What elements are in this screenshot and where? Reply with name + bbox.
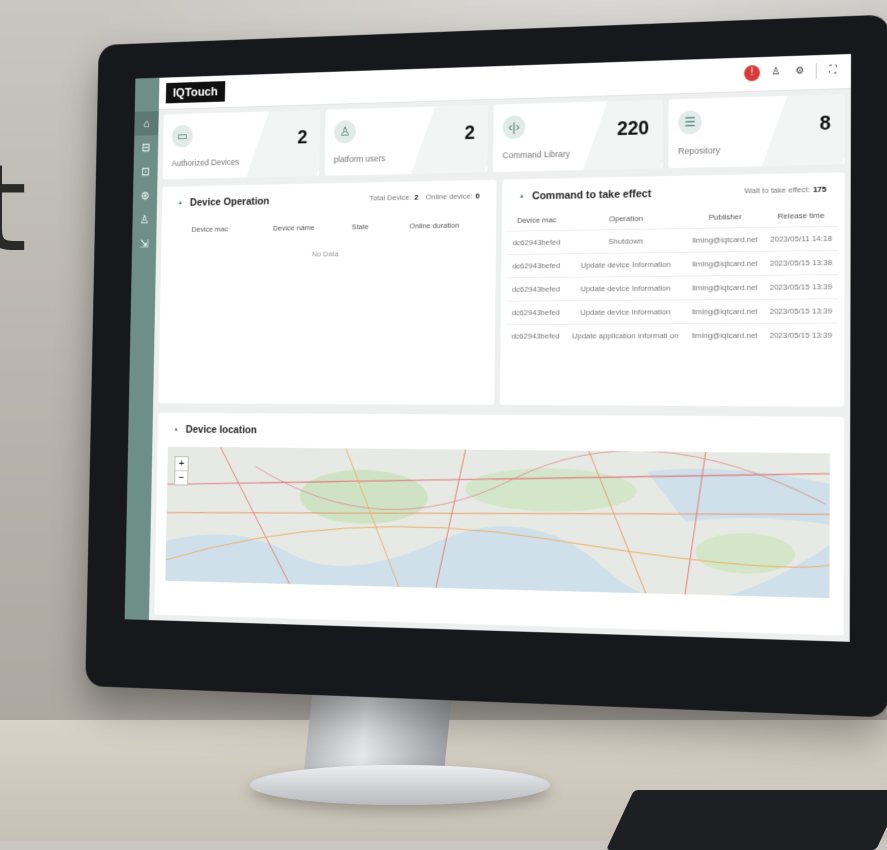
cell-operation: Update device Information (565, 299, 687, 325)
stat-label: Command Library (502, 148, 570, 161)
sidebar: ⌂ ⊟ ⊡ ⊛ ♙ ⇲ (124, 77, 160, 621)
background-letter: t (0, 140, 28, 279)
keyboard (606, 790, 887, 850)
device-counts: Total Device: 2 Online device: 0 (370, 192, 486, 203)
column-header[interactable]: Operation (566, 207, 687, 230)
list-icon: ☰ (678, 110, 702, 135)
table-row[interactable]: dc62943befed Update application informat… (506, 323, 839, 348)
command-table: Device mac Operation Publisher Release t… (506, 205, 839, 348)
user-icon: ♙ (334, 120, 356, 144)
panel-title: Command to take effect (519, 188, 651, 202)
user-icon[interactable]: ♙ (768, 64, 784, 80)
stat-label: Repository (678, 145, 721, 157)
map-canvas (165, 446, 830, 599)
stat-label: Authorized Devices (171, 157, 240, 169)
stat-cards: ▭ Authorized Devices 2 ♙ platform users … (162, 94, 845, 180)
cell-operation: Update application informati on (564, 323, 686, 348)
cell-publisher: liming@iqtcard.net (685, 323, 764, 348)
cell-device-mac: dc62943befed (506, 253, 566, 278)
stat-value: 2 (297, 127, 308, 149)
code-icon: ‹|› (502, 115, 526, 140)
panel-title: Device Operation (178, 196, 270, 209)
sidebar-item-commands[interactable]: ⊡ (133, 159, 158, 184)
monitor-icon: ▭ (171, 124, 194, 148)
stat-label: platform users (333, 153, 386, 165)
column-header[interactable]: Device mac (507, 209, 566, 231)
top-bar-actions: ! ♙ ⚙ ⛶ (744, 62, 841, 82)
stat-card-platform-users[interactable]: ♙ platform users 2 (324, 104, 489, 176)
table-header-row: Device mac Device name State Online dura… (170, 215, 487, 240)
monitor-icon: ⊟ (141, 140, 151, 154)
stat-card-authorized-devices[interactable]: ▭ Authorized Devices 2 (162, 109, 321, 180)
device-table: Device mac Device name State Online dura… (170, 215, 487, 240)
cell-release-time: 2023/05/11 14:18 (763, 226, 839, 252)
map-zoom-control: + − (174, 456, 189, 486)
app-logo[interactable]: IQTouch (165, 81, 226, 104)
cell-operation: Update device Information (565, 276, 687, 301)
sidebar-item-devices[interactable]: ⊟ (134, 135, 159, 160)
monitor-base (250, 765, 550, 805)
panel-title: Device location (173, 424, 257, 436)
device-location-panel: Device location (154, 412, 845, 636)
stat-value: 2 (464, 122, 475, 144)
cell-publisher: liming@iqtcard.net (686, 251, 764, 277)
wait-value: 175 (813, 184, 827, 195)
stat-card-repository[interactable]: ☰ Repository 8 (668, 94, 845, 169)
wait-count: Wait to take effect: 175 (744, 185, 832, 196)
table-row[interactable]: dc62943befed Update device Information l… (506, 274, 839, 302)
cell-device-mac: dc62943befed (506, 277, 566, 302)
cell-publisher: liming@iqtcard.net (686, 227, 764, 253)
fullscreen-icon[interactable]: ⛶ (825, 62, 841, 78)
column-header[interactable]: Publisher (686, 206, 764, 229)
device-operation-panel: Device Operation Total Device:2 Online d… (158, 179, 497, 405)
toolbar-divider (815, 63, 817, 80)
dashboard-screen: ⌂ ⊟ ⊡ ⊛ ♙ ⇲ IQTouch ! ♙ ⚙ ⛶ ▭ Authorized… (124, 53, 852, 642)
column-header[interactable]: Device name (249, 217, 338, 238)
export-icon: ⇲ (139, 237, 149, 251)
cell-release-time: 2023/05/15 13:38 (763, 250, 839, 276)
cell-device-mac: dc62943befed (506, 324, 566, 348)
settings-icon[interactable]: ⚙ (792, 63, 808, 79)
wait-label: Wait to take effect: (744, 185, 811, 196)
monitor: ⌂ ⊟ ⊡ ⊛ ♙ ⇲ IQTouch ! ♙ ⚙ ⛶ ▭ Authorized… (85, 14, 887, 718)
sidebar-item-repository[interactable]: ⊛ (133, 183, 158, 208)
zoom-out-button[interactable]: − (175, 470, 188, 485)
empty-state: No Data (311, 249, 339, 259)
sidebar-item-export[interactable]: ⇲ (132, 231, 157, 255)
cell-operation: Shutdown (565, 228, 687, 254)
home-icon: ⌂ (143, 116, 150, 130)
column-header[interactable]: State (338, 216, 382, 237)
column-header[interactable]: Device mac (170, 219, 250, 240)
column-header[interactable]: Online duration (382, 215, 487, 237)
total-device-label: Total Device: (369, 192, 412, 203)
stat-value: 220 (616, 117, 650, 141)
cell-release-time: 2023/05/15 13:39 (763, 298, 839, 324)
column-header[interactable]: Release time (764, 205, 839, 228)
online-device-label: Online device: (425, 191, 473, 202)
sidebar-item-users[interactable]: ♙ (132, 207, 157, 232)
cell-operation: Update device Information (565, 252, 687, 278)
command-panel: Command to take effect Wait to take effe… (499, 172, 845, 407)
alert-icon[interactable]: ! (744, 64, 761, 82)
table-row[interactable]: dc62943befed Update device Information l… (506, 298, 839, 325)
stat-card-command-library[interactable]: ‹|› Command Library 220 (492, 99, 663, 173)
sidebar-item-home[interactable]: ⌂ (134, 111, 159, 136)
table-row[interactable]: dc62943befed Update device Information l… (506, 250, 839, 278)
total-device-value: 2 (414, 192, 419, 202)
cell-release-time: 2023/05/15 13:39 (763, 274, 839, 300)
cell-publisher: liming@iqtcard.net (686, 275, 764, 300)
users-icon: ♙ (139, 213, 150, 227)
cell-release-time: 2023/05/15 13:39 (763, 323, 839, 347)
stat-value: 8 (819, 112, 831, 135)
online-device-value: 0 (475, 191, 480, 201)
terminal-icon: ⊡ (141, 164, 151, 179)
cell-device-mac: dc62943befed (507, 230, 566, 255)
cell-device-mac: dc62943befed (506, 300, 566, 325)
device-location-map[interactable]: + − (165, 446, 830, 599)
cell-publisher: liming@iqtcard.net (685, 299, 764, 324)
cube-icon: ⊛ (140, 188, 150, 203)
zoom-in-button[interactable]: + (175, 457, 187, 470)
